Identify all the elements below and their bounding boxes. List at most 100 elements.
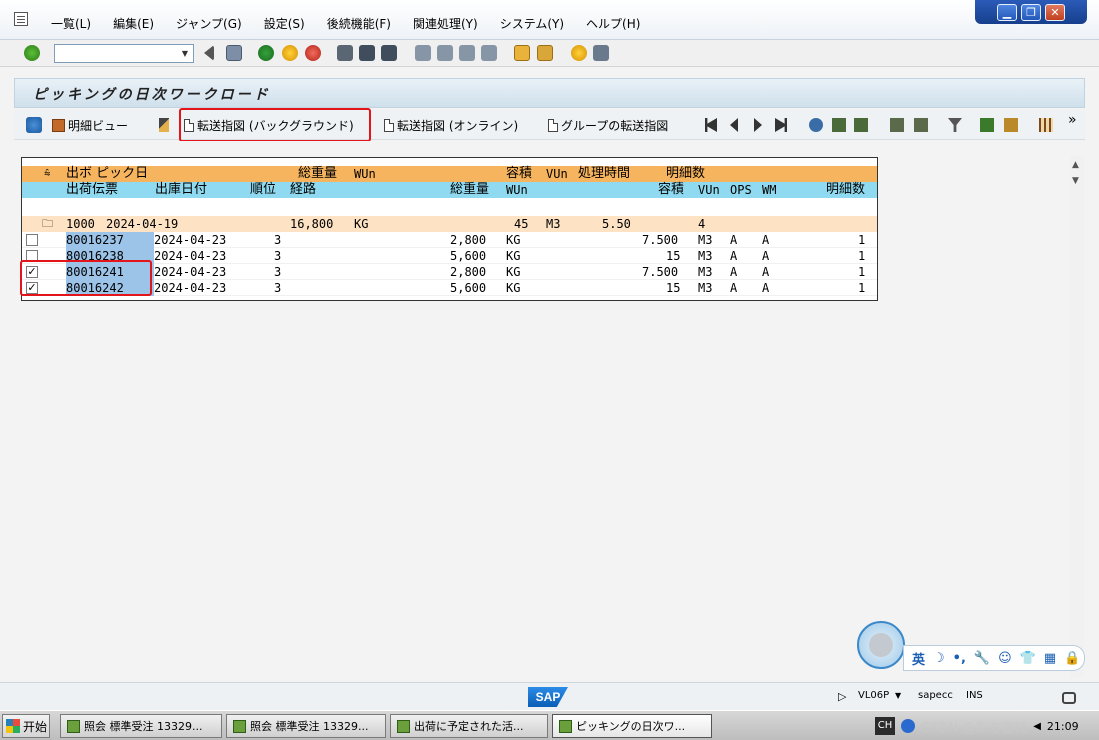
scroll-up-icon[interactable]: ▲	[1072, 160, 1079, 170]
layout-icon[interactable]	[593, 45, 609, 61]
help-icon[interactable]	[571, 45, 587, 61]
menu-system[interactable]: システム(Y)	[489, 15, 575, 32]
ime-language-button[interactable]: 英	[912, 649, 925, 668]
shirt-icon[interactable]: 👕	[1020, 651, 1036, 666]
table-row[interactable]: 80016237 2024-04-23 3 2,800 KG 7.500 M3 …	[22, 232, 877, 248]
header-ops: OPS	[730, 183, 752, 197]
restore-button[interactable]: ❐	[1021, 3, 1041, 21]
folder-icon[interactable]: 🗀	[42, 216, 53, 232]
lock-icon[interactable]: 🔒	[1064, 651, 1080, 666]
previous-page-icon[interactable]	[437, 45, 453, 61]
print-list-icon[interactable]	[890, 118, 904, 132]
vertical-scrollbar[interactable]: ▲ ▼	[1070, 156, 1084, 678]
menu-related[interactable]: 関連処理(Y)	[402, 15, 489, 32]
moon-icon[interactable]: ☽	[933, 651, 945, 666]
menu-icon[interactable]	[14, 12, 28, 26]
next-record-icon[interactable]	[754, 118, 762, 132]
exit-icon[interactable]	[282, 45, 298, 61]
priority: 3	[274, 265, 282, 279]
ime-avatar[interactable]	[857, 621, 905, 669]
next-page-icon[interactable]	[459, 45, 475, 61]
transfer-order-online-button[interactable]: 転送指図 (オンライン)	[384, 115, 518, 135]
menu-edit[interactable]: 編集(E)	[102, 15, 165, 32]
status-expand-icon[interactable]: ▷	[838, 690, 846, 703]
print-icon[interactable]	[337, 45, 353, 61]
sort-descending-icon[interactable]	[854, 118, 868, 132]
sap-window-icon	[397, 719, 410, 733]
status-bar: SAP ▷ VL06P ▼ sapecc INS	[0, 682, 1099, 710]
create-session-icon[interactable]	[514, 45, 530, 61]
header-processing-time: 処理時間	[578, 166, 631, 181]
subtotal-icon[interactable]	[1004, 118, 1018, 132]
system-name: sapecc	[918, 690, 953, 701]
taskbar-item-label: 照会 標準受注 13329...	[84, 720, 203, 733]
menu-help[interactable]: ヘルプ(H)	[575, 15, 651, 32]
back-arrow-icon[interactable]	[204, 45, 214, 61]
transaction-dropdown-icon[interactable]: ▼	[895, 691, 901, 700]
header-outbound-date: 出庫日付	[155, 182, 208, 197]
filter-icon[interactable]	[948, 118, 962, 132]
detail-view-button[interactable]: 明細ビュー	[52, 115, 128, 135]
volume-icon[interactable]: ◀	[1033, 721, 1041, 732]
taskbar-item[interactable]: 照会 標準受注 13329...	[60, 714, 222, 738]
start-button[interactable]: 开始	[2, 714, 50, 738]
shortcut-icon[interactable]	[537, 45, 553, 61]
sap-window-icon	[67, 719, 80, 733]
pencil-icon[interactable]	[159, 118, 169, 132]
last-record-icon[interactable]	[775, 118, 787, 132]
document-icon	[384, 118, 394, 132]
header-item-count-2: 明細数	[826, 182, 866, 197]
command-field[interactable]: ▼	[54, 44, 194, 63]
first-record-icon[interactable]	[705, 118, 717, 132]
first-page-icon[interactable]	[415, 45, 431, 61]
find-next-icon[interactable]	[381, 45, 397, 61]
menu-list[interactable]: 一覧(L)	[40, 15, 102, 32]
grid-icon[interactable]: ▦	[1044, 651, 1056, 666]
previous-record-icon[interactable]	[730, 118, 738, 132]
header-wm: WM	[762, 183, 777, 197]
cancel-icon[interactable]	[305, 45, 321, 61]
sort-ascending-icon[interactable]	[832, 118, 846, 132]
group-row[interactable]: 🗀 1000 2024-04-19 16,800 KG 45 M3 5.50 4	[22, 216, 877, 232]
save-icon[interactable]	[226, 45, 242, 61]
layout-grid-icon[interactable]	[1039, 118, 1053, 132]
ops-status: A	[730, 265, 738, 279]
sum-icon[interactable]	[980, 118, 994, 132]
wrench-icon[interactable]: 🔧	[974, 651, 990, 666]
taskbar-item[interactable]: 照会 標準受注 13329...	[226, 714, 386, 738]
input-language-indicator[interactable]: CH	[875, 717, 895, 735]
security-lock-icon[interactable]	[1062, 692, 1076, 704]
ops-status: A	[730, 249, 738, 263]
collapse-icon[interactable]: ⩯	[44, 166, 50, 182]
find-icon[interactable]	[359, 45, 375, 61]
refresh-icon[interactable]	[26, 117, 42, 133]
transaction-code: VL06P	[858, 690, 890, 701]
chevron-down-icon[interactable]: ▼	[178, 46, 192, 61]
last-page-icon[interactable]	[481, 45, 497, 61]
close-button[interactable]: ✕	[1045, 3, 1065, 21]
smile-icon[interactable]: ☺	[998, 651, 1012, 666]
menu-settings[interactable]: 設定(S)	[253, 15, 316, 32]
filter-list-icon[interactable]	[914, 118, 928, 132]
scroll-down-icon[interactable]: ▼	[1072, 176, 1079, 186]
menu-goto[interactable]: ジャンプ(G)	[165, 15, 253, 32]
minimize-button[interactable]: ▁	[997, 3, 1017, 21]
weight-unit: KG	[506, 233, 521, 247]
toolbar-overflow-button[interactable]: »	[1068, 110, 1077, 130]
back-icon[interactable]	[258, 45, 274, 61]
taskbar-item-label: 照会 標準受注 13329...	[250, 720, 369, 733]
enter-icon[interactable]	[24, 45, 40, 61]
taskbar-item[interactable]: 出荷に予定された活...	[390, 714, 548, 738]
group-transfer-order-button[interactable]: グループの転送指図	[548, 115, 668, 135]
delivery-number[interactable]: 80016237	[66, 232, 154, 248]
help-tray-icon[interactable]	[901, 719, 915, 733]
punctuation-icon[interactable]: •,	[953, 651, 966, 666]
menu-follow-up[interactable]: 後続機能(F)	[316, 15, 402, 32]
detail-search-icon[interactable]	[809, 118, 823, 132]
row-checkbox[interactable]	[26, 234, 38, 246]
wm-status: A	[762, 233, 770, 247]
group-total-weight: 16,800	[290, 217, 334, 231]
command-input[interactable]	[55, 45, 173, 62]
taskbar-item-active[interactable]: ピッキングの日次ワ...	[552, 714, 712, 738]
start-label: 开始	[23, 719, 48, 734]
